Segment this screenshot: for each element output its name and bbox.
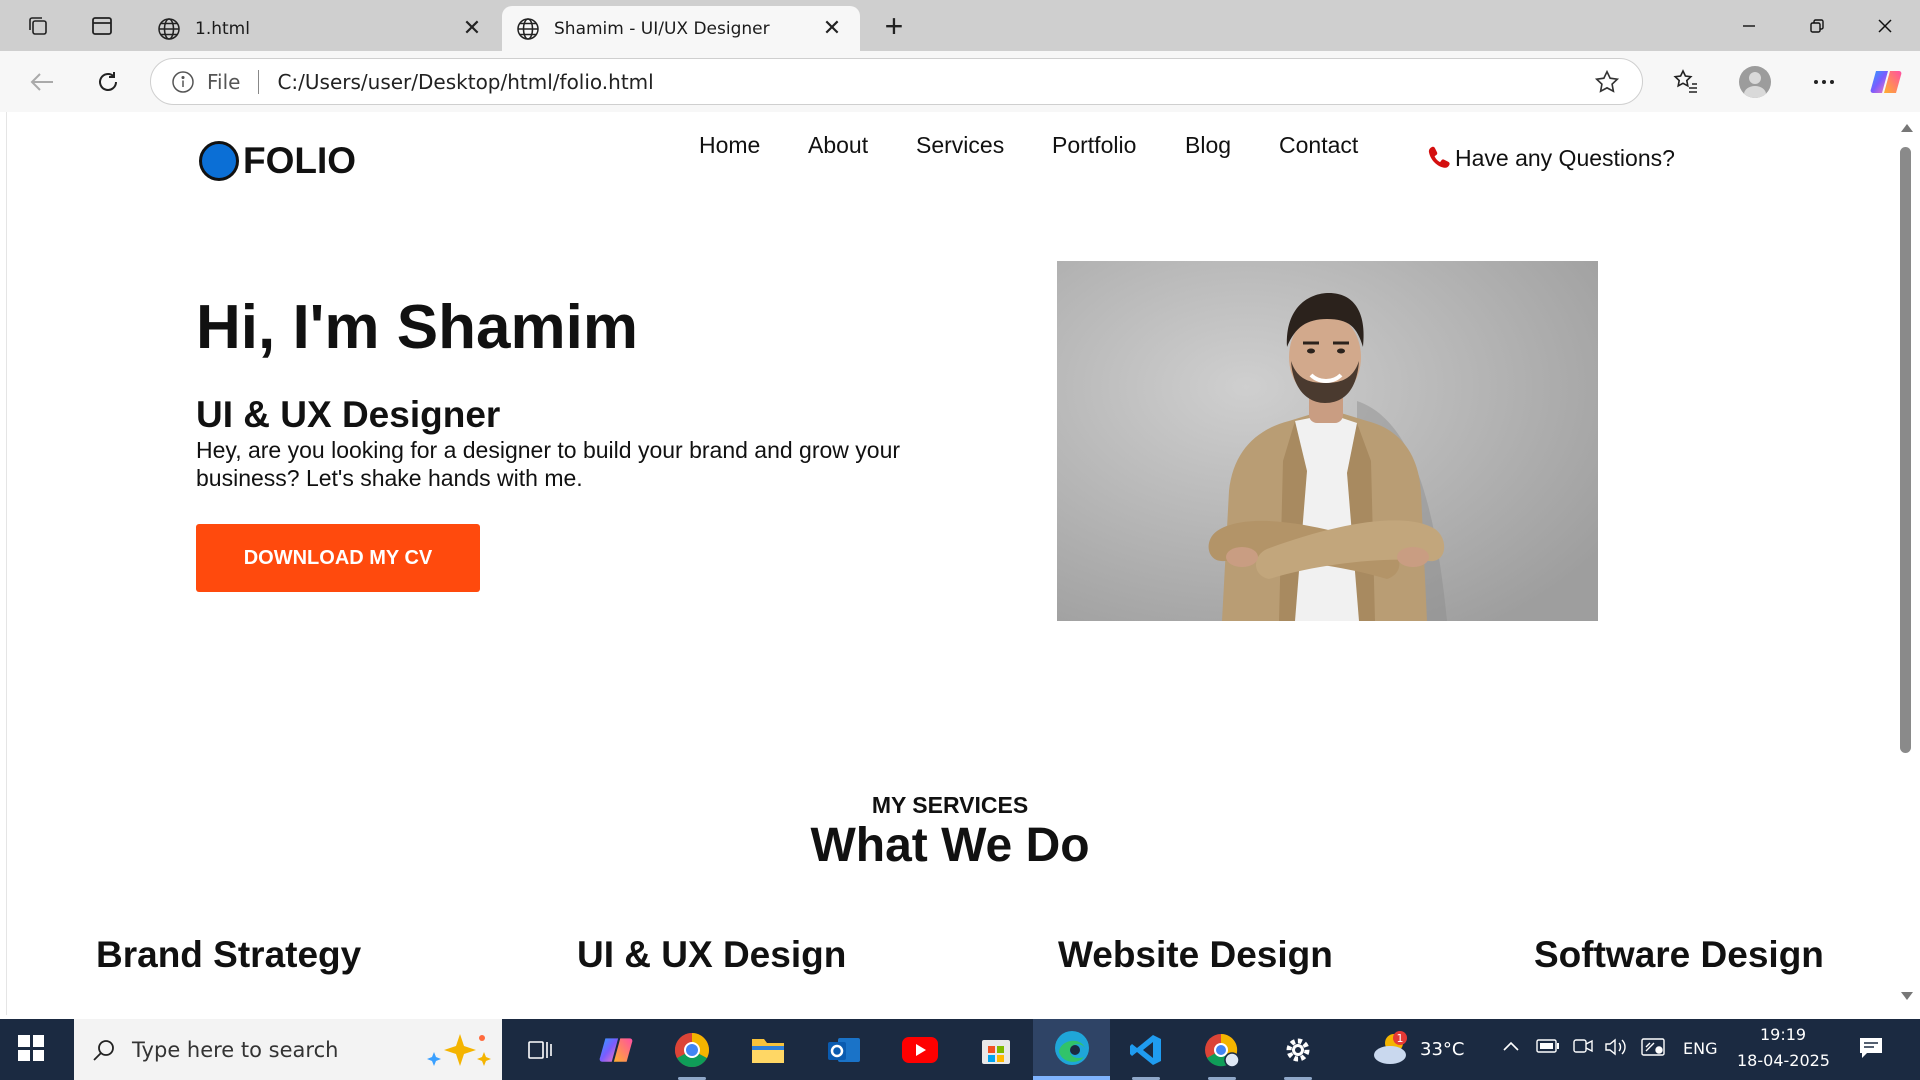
- info-icon[interactable]: [171, 70, 195, 94]
- search-icon: [93, 1039, 114, 1061]
- vertical-scrollbar[interactable]: [1892, 112, 1920, 1015]
- service-brand-strategy: Brand Strategy: [96, 934, 362, 975]
- hero-photo: [1057, 261, 1598, 621]
- divider: [258, 69, 260, 94]
- nav-portfolio[interactable]: Portfolio: [1052, 132, 1136, 159]
- hero-description: Hey, are you looking for a designer to b…: [196, 437, 901, 491]
- outlook-icon[interactable]: [808, 1019, 880, 1080]
- copilot-icon[interactable]: [1866, 62, 1906, 102]
- page-viewport: FOLIO Home About Services Portfolio Blog…: [6, 112, 1892, 1015]
- weather-icon[interactable]: 1: [1370, 1029, 1414, 1069]
- favorite-star-icon[interactable]: [1592, 67, 1622, 97]
- nav-about[interactable]: About: [808, 132, 868, 159]
- profile-avatar[interactable]: [1739, 66, 1771, 98]
- chrome-profile-icon[interactable]: [1186, 1019, 1258, 1080]
- weather-temp[interactable]: 33°C: [1420, 1039, 1464, 1060]
- edge-icon[interactable]: [1033, 1019, 1110, 1080]
- minimize-button[interactable]: [1714, 0, 1784, 51]
- battery-icon[interactable]: [1536, 1038, 1560, 1059]
- taskbar-search-box[interactable]: Type here to search: [74, 1019, 502, 1080]
- service-website-design: Website Design: [1058, 934, 1333, 975]
- tab-1-html[interactable]: 1.html ✕: [143, 6, 500, 51]
- new-tab-button[interactable]: +: [874, 8, 914, 44]
- tab-title: Shamim - UI/UX Designer: [554, 18, 770, 39]
- workspaces-icon[interactable]: [20, 8, 56, 44]
- browser-toolbar: File C:/Users/user/Desktop/html/folio.ht…: [0, 51, 1920, 112]
- volume-icon[interactable]: [1604, 1037, 1628, 1062]
- browser-tab-strip: 1.html ✕ Shamim - UI/UX Designer ✕ +: [0, 0, 1920, 51]
- clock-date[interactable]: 18-04-2025: [1737, 1051, 1830, 1070]
- search-placeholder: Type here to search: [132, 1037, 339, 1062]
- clock-time[interactable]: 19:19: [1760, 1025, 1806, 1044]
- nav-blog[interactable]: Blog: [1185, 132, 1231, 159]
- notifications-icon[interactable]: [1858, 1036, 1884, 1065]
- globe-icon: [158, 17, 180, 40]
- file-explorer-icon[interactable]: [732, 1019, 804, 1080]
- tab-actions-icon[interactable]: [84, 8, 120, 44]
- nav-contact[interactable]: Contact: [1279, 132, 1358, 159]
- tab-folio[interactable]: Shamim - UI/UX Designer ✕: [502, 6, 860, 51]
- phone-icon: [1428, 146, 1450, 168]
- hero-role: UI & UX Designer: [196, 394, 501, 435]
- close-tab-icon[interactable]: ✕: [458, 16, 486, 41]
- task-view-icon[interactable]: [504, 1019, 576, 1080]
- service-ui-ux-design: UI & UX Design: [577, 934, 847, 975]
- scroll-thumb[interactable]: [1900, 147, 1911, 753]
- network-icon[interactable]: [1640, 1036, 1666, 1063]
- hero-title: Hi, I'm Shamim: [196, 293, 638, 362]
- chevron-up-icon[interactable]: [1502, 1039, 1520, 1058]
- chrome-icon[interactable]: [656, 1019, 728, 1080]
- restore-button[interactable]: [1782, 0, 1852, 51]
- scheme-label: File: [207, 69, 241, 94]
- questions-text: Have any Questions?: [1455, 144, 1675, 171]
- questions-link[interactable]: Have any Questions?: [1425, 144, 1675, 172]
- url-text[interactable]: C:/Users/user/Desktop/html/folio.html: [277, 70, 1592, 94]
- close-tab-icon[interactable]: ✕: [818, 16, 846, 41]
- services-title: What We Do: [810, 819, 1090, 872]
- vscode-icon[interactable]: [1110, 1019, 1182, 1080]
- youtube-icon[interactable]: [884, 1019, 956, 1080]
- logo-circle-icon: [199, 141, 239, 181]
- back-arrow-icon[interactable]: [22, 62, 62, 102]
- globe-icon: [517, 17, 539, 40]
- scroll-up-arrow-icon[interactable]: [1901, 124, 1913, 132]
- more-options-icon[interactable]: [1804, 62, 1844, 102]
- favorites-icon[interactable]: [1666, 62, 1706, 102]
- copilot-app-icon[interactable]: [580, 1019, 652, 1080]
- weather-badge: 1: [1397, 1032, 1404, 1045]
- microsoft-store-icon[interactable]: [960, 1019, 1032, 1080]
- meet-now-icon[interactable]: [1572, 1036, 1594, 1061]
- windows-taskbar: Type here to search 1 33°C ENG 19:19 18-…: [0, 1019, 1920, 1080]
- windows-start-icon[interactable]: [18, 1035, 44, 1061]
- site-logo[interactable]: FOLIO: [199, 140, 356, 182]
- nav-home[interactable]: Home: [699, 132, 760, 159]
- language-indicator[interactable]: ENG: [1683, 1039, 1717, 1058]
- settings-gear-icon[interactable]: [1262, 1019, 1334, 1080]
- nav-services[interactable]: Services: [916, 132, 1004, 159]
- reload-icon[interactable]: [88, 62, 128, 102]
- service-software-design: Software Design: [1534, 934, 1824, 975]
- sparkle-icon: [427, 1033, 491, 1066]
- tab-title: 1.html: [195, 18, 250, 39]
- scroll-down-arrow-icon[interactable]: [1901, 992, 1913, 1000]
- download-cv-button[interactable]: DOWNLOAD MY CV: [196, 524, 480, 592]
- logo-text: FOLIO: [243, 140, 357, 181]
- close-window-button[interactable]: [1850, 0, 1920, 51]
- address-bar[interactable]: File C:/Users/user/Desktop/html/folio.ht…: [150, 58, 1643, 105]
- services-kicker: MY SERVICES: [871, 792, 1029, 818]
